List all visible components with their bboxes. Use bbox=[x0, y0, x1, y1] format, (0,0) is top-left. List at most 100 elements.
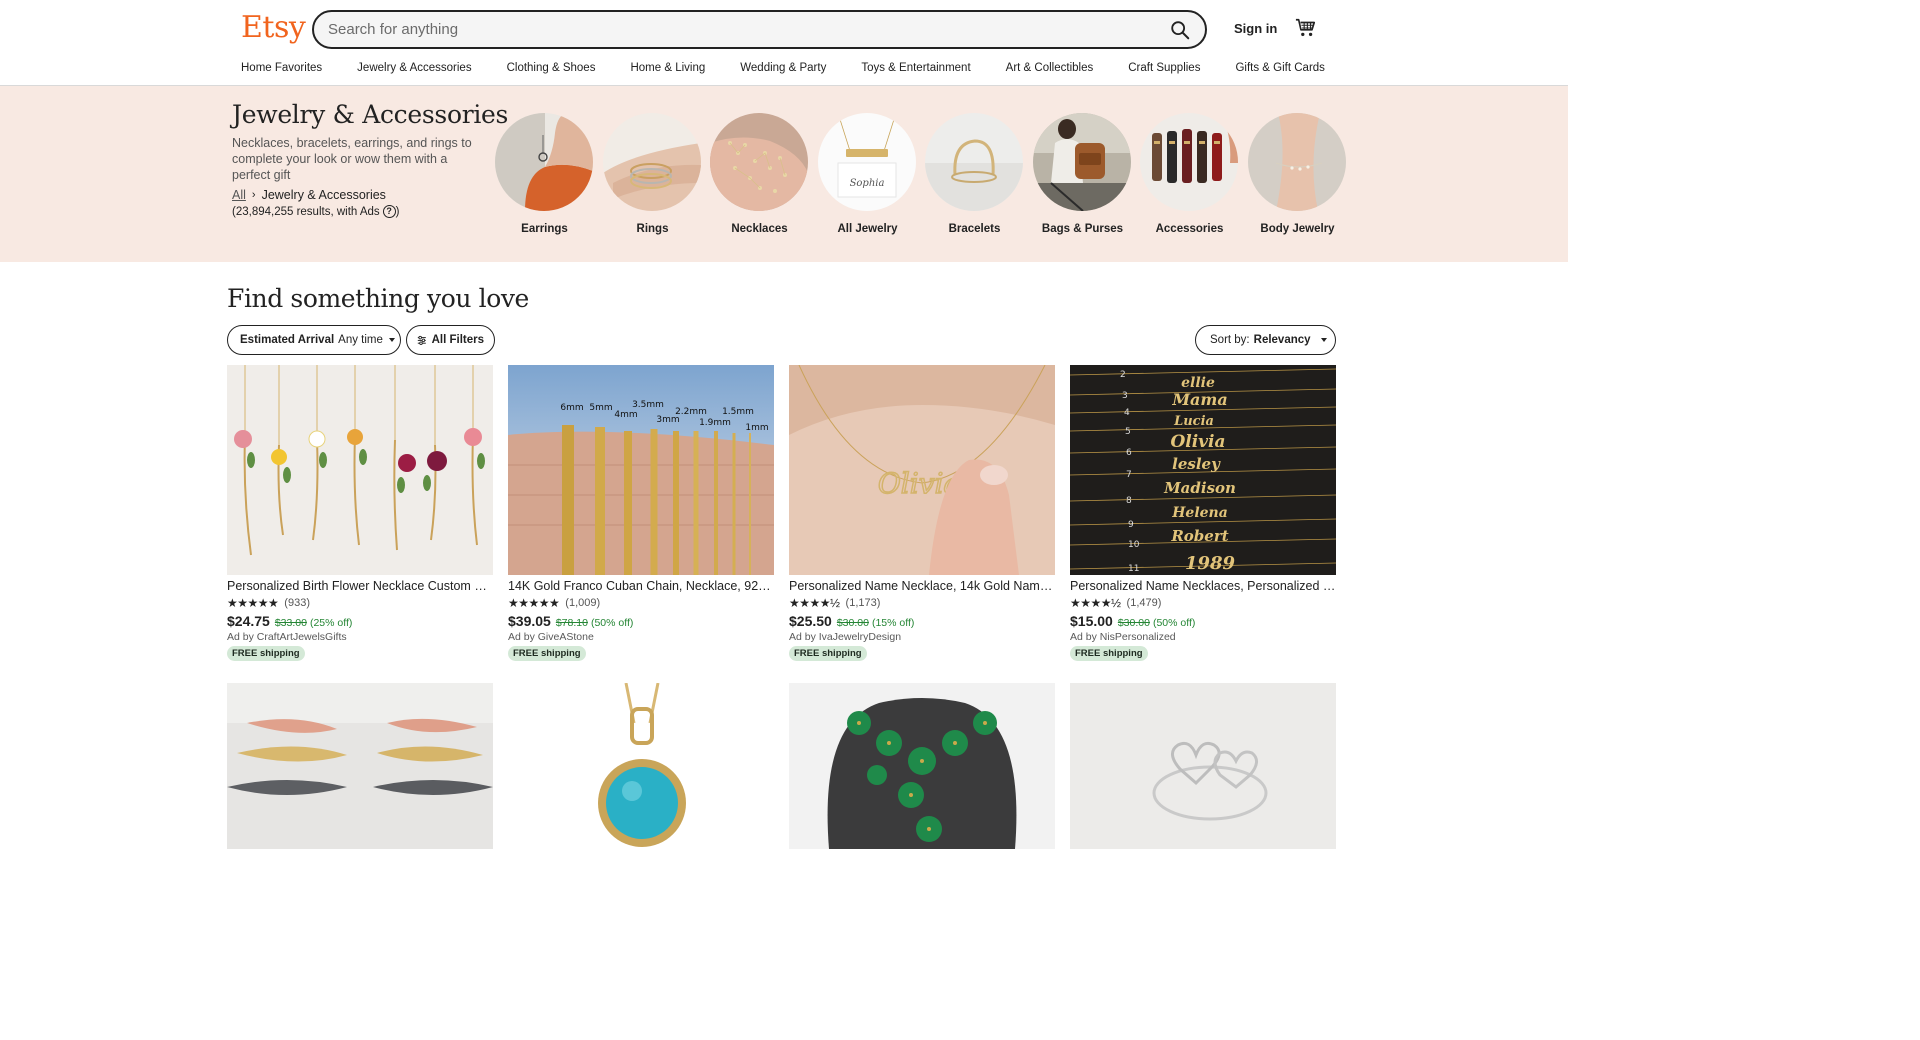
caret-down-icon bbox=[1320, 338, 1327, 342]
all-filters-label: All Filters bbox=[431, 334, 484, 346]
category-bracelets[interactable]: Bracelets bbox=[925, 113, 1024, 235]
page-title: Jewelry & Accessories bbox=[232, 100, 509, 129]
category-label: Bags & Purses bbox=[1041, 223, 1124, 235]
bar-pendant-text: Sophia bbox=[850, 178, 885, 189]
original-price: $33.00 bbox=[274, 617, 307, 629]
category-description: Necklaces, bracelets, earrings, and ring… bbox=[232, 136, 472, 182]
chain-size-label: 1mm bbox=[745, 423, 768, 433]
breadcrumb-current: Jewelry & Accessories bbox=[261, 188, 386, 202]
list-name: lesley bbox=[1172, 455, 1221, 473]
caret-down-icon bbox=[388, 338, 395, 342]
shop-name[interactable]: Ad by IvaJewelryDesign bbox=[789, 631, 1055, 643]
cart-icon[interactable] bbox=[1295, 17, 1317, 39]
name-necklace-photo: Olivia bbox=[789, 365, 1055, 575]
shop-name[interactable]: Ad by NisPersonalized bbox=[1070, 631, 1336, 643]
listing-card[interactable]: 6mm 5mm 4mm 3.5mm 3mm 2.2mm 1.9mm 1.5mm … bbox=[508, 365, 774, 661]
listing-price: $25.50 $30.00 (15% off) bbox=[789, 613, 1055, 629]
category-body-jewelry[interactable]: Body Jewelry bbox=[1248, 113, 1347, 235]
list-number: 3 bbox=[1122, 391, 1128, 401]
listing-card[interactable] bbox=[508, 683, 774, 849]
chain-size-label: 2.2mm bbox=[675, 407, 707, 417]
chain-size-label: 4mm bbox=[614, 410, 637, 420]
list-number: 9 bbox=[1128, 520, 1134, 530]
estimated-arrival-filter[interactable]: Estimated Arrival Any time bbox=[227, 325, 401, 355]
all-filters-button[interactable]: All Filters bbox=[406, 325, 495, 355]
list-number: 10 bbox=[1128, 540, 1140, 550]
listing-price: $39.05 $78.10 (50% off) bbox=[508, 613, 774, 629]
body-jewelry-photo bbox=[1248, 113, 1346, 211]
list-number: 7 bbox=[1126, 470, 1132, 480]
search-bar bbox=[312, 10, 1207, 49]
listing-card[interactable]: Olivia Personalized Name Necklace, 14k G… bbox=[789, 365, 1055, 661]
listing-card[interactable] bbox=[227, 683, 493, 849]
category-all-jewelry[interactable]: Sophia All Jewelry bbox=[818, 113, 917, 235]
listing-card[interactable] bbox=[789, 683, 1055, 849]
star-rating-icon: ★★★★½ bbox=[1070, 596, 1121, 610]
original-price: $30.00 bbox=[1117, 617, 1150, 629]
listing-title[interactable]: Personalized Name Necklace, 14k Gold Nam… bbox=[789, 579, 1055, 593]
list-name: ellie bbox=[1181, 375, 1215, 391]
list-number: 8 bbox=[1126, 496, 1132, 506]
category-accessories[interactable]: Accessories bbox=[1140, 113, 1239, 235]
category-earrings[interactable]: Earrings bbox=[495, 113, 594, 235]
nav-wedding-party[interactable]: Wedding & Party bbox=[740, 62, 826, 74]
accessories-photo bbox=[1140, 113, 1238, 211]
results-text: (23,894,255 results, with Ads bbox=[232, 205, 380, 218]
category-label: Bracelets bbox=[948, 223, 1001, 235]
results-count: (23,894,255 results, with Ads ? ) bbox=[232, 205, 400, 218]
listing-rating: ★★★★½ (1,479) bbox=[1070, 596, 1336, 610]
shop-name[interactable]: Ad by GiveAStone bbox=[508, 631, 774, 643]
listing-price: $15.00 $30.00 (50% off) bbox=[1070, 613, 1336, 629]
listing-price: $24.75 $33.00 (25% off) bbox=[227, 613, 493, 629]
listing-title[interactable]: Personalized Name Necklaces, Personalize… bbox=[1070, 579, 1336, 593]
listing-rating: ★★★★★ (933) bbox=[227, 596, 493, 610]
sale-price: $24.75 bbox=[227, 613, 270, 629]
nav-jewelry-accessories[interactable]: Jewelry & Accessories bbox=[357, 62, 471, 74]
help-icon[interactable]: ? bbox=[382, 205, 396, 218]
listing-title[interactable]: 14K Gold Franco Cuban Chain, Necklace, 9… bbox=[508, 579, 774, 593]
nav-toys-entertainment[interactable]: Toys & Entertainment bbox=[861, 62, 970, 74]
search-icon[interactable] bbox=[1169, 19, 1191, 41]
category-banner: Jewelry & Accessories Necklaces, bracele… bbox=[0, 86, 1568, 262]
bracelets-photo bbox=[925, 113, 1023, 211]
nav-craft-supplies[interactable]: Craft Supplies bbox=[1128, 62, 1200, 74]
free-shipping-badge: FREE shipping bbox=[227, 646, 305, 661]
category-label: Necklaces bbox=[731, 223, 788, 235]
nav-home-favorites[interactable]: Home Favorites bbox=[241, 62, 322, 74]
category-label: Rings bbox=[636, 223, 669, 235]
all-jewelry-photo: Sophia bbox=[818, 113, 916, 211]
nav-gifts-gift-cards[interactable]: Gifts & Gift Cards bbox=[1235, 62, 1324, 74]
nav-art-collectibles[interactable]: Art & Collectibles bbox=[1006, 62, 1094, 74]
sale-price: $15.00 bbox=[1070, 613, 1113, 629]
star-rating-icon: ★★★★★ bbox=[508, 596, 560, 610]
listing-title[interactable]: Personalized Birth Flower Necklace Custo… bbox=[227, 579, 493, 593]
sort-dropdown[interactable]: Sort by: Relevancy bbox=[1195, 325, 1336, 355]
category-label: Body Jewelry bbox=[1260, 223, 1335, 235]
sort-label: Sort by: bbox=[1210, 334, 1250, 346]
filter-sliders-icon bbox=[417, 335, 426, 345]
chain-size-label: 5mm bbox=[589, 403, 612, 413]
nav-clothing-shoes[interactable]: Clothing & Shoes bbox=[507, 62, 596, 74]
category-necklaces[interactable]: Necklaces bbox=[710, 113, 809, 235]
listing-rating: ★★★★★ (1,009) bbox=[508, 596, 774, 610]
listing-card[interactable] bbox=[1070, 683, 1336, 849]
site-header: Etsy Sign in Home Favorites Jewelry & Ac… bbox=[0, 0, 1568, 86]
chain-size-label: 1.5mm bbox=[722, 407, 754, 417]
list-name: 1989 bbox=[1185, 553, 1236, 574]
discount-percent: (15% off) bbox=[871, 617, 915, 629]
category-rings[interactable]: Rings bbox=[603, 113, 702, 235]
category-bags-purses[interactable]: Bags & Purses bbox=[1033, 113, 1132, 235]
rings-photo bbox=[603, 113, 701, 211]
breadcrumb-all-link[interactable]: All bbox=[232, 188, 246, 202]
list-number: 6 bbox=[1126, 448, 1132, 458]
list-name: Olivia bbox=[1170, 432, 1225, 452]
search-input[interactable] bbox=[328, 12, 1148, 47]
shop-name[interactable]: Ad by CraftArtJewelsGifts bbox=[227, 631, 493, 643]
nav-home-living[interactable]: Home & Living bbox=[630, 62, 705, 74]
bags-photo bbox=[1033, 113, 1131, 211]
sign-in-link[interactable]: Sign in bbox=[1234, 21, 1277, 36]
listing-card[interactable]: Personalized Birth Flower Necklace Custo… bbox=[227, 365, 493, 661]
etsy-logo[interactable]: Etsy bbox=[241, 10, 306, 45]
category-label: All Jewelry bbox=[837, 223, 898, 235]
listing-card[interactable]: 2 3 4 5 6 7 8 9 10 11 ellie Mama Lucia O… bbox=[1070, 365, 1336, 661]
